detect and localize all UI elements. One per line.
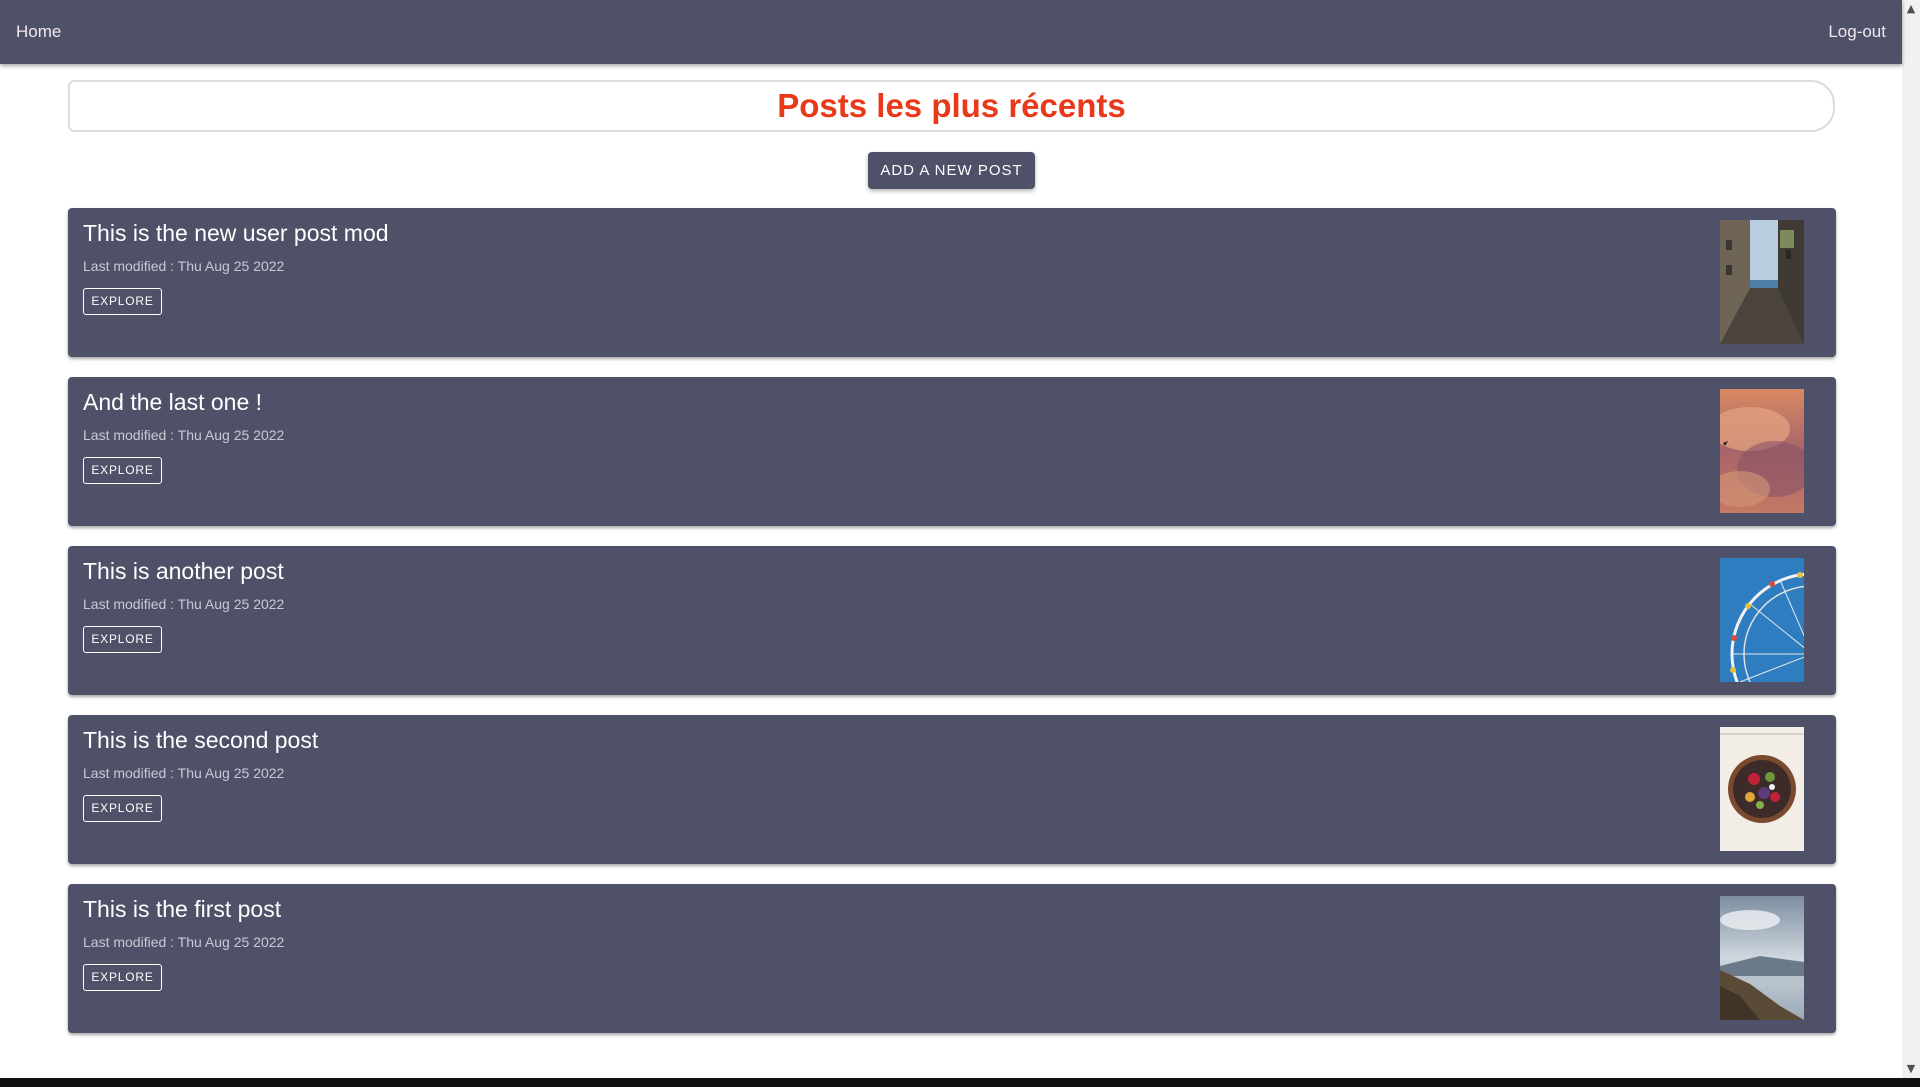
post-title: And the last one ! — [83, 389, 263, 415]
post-thumbnail-alley-photo[interactable] — [1720, 220, 1804, 344]
vertical-scrollbar[interactable]: ▲ ▼ — [1902, 0, 1920, 1078]
post-title: This is the new user post mod — [83, 220, 389, 246]
page-title-box: Posts les plus récents — [68, 80, 1835, 132]
explore-button[interactable]: EXPLORE — [83, 626, 162, 653]
add-new-post-button[interactable]: ADD A NEW POST — [868, 152, 1035, 189]
post-thumbnail-ferris-wheel-photo[interactable] — [1720, 558, 1804, 682]
scroll-down-arrow-icon[interactable]: ▼ — [1902, 1060, 1920, 1078]
post-modified-date: Last modified : Thu Aug 25 2022 — [83, 427, 285, 443]
post-title: This is the second post — [83, 727, 319, 753]
nav-logout-link[interactable]: Log-out — [1828, 0, 1886, 64]
post-modified-date: Last modified : Thu Aug 25 2022 — [83, 934, 285, 950]
post-modified-date: Last modified : Thu Aug 25 2022 — [83, 596, 285, 612]
post-card: This is another post Last modified : Thu… — [68, 546, 1836, 695]
explore-button[interactable]: EXPLORE — [83, 457, 162, 484]
explore-button[interactable]: EXPLORE — [83, 795, 162, 822]
post-card: This is the second post Last modified : … — [68, 715, 1836, 864]
post-title: This is the first post — [83, 896, 282, 922]
post-title: This is another post — [83, 558, 284, 584]
explore-button[interactable]: EXPLORE — [83, 288, 162, 315]
post-modified-date: Last modified : Thu Aug 25 2022 — [83, 765, 285, 781]
nav-home-link[interactable]: Home — [16, 0, 61, 64]
post-modified-date: Last modified : Thu Aug 25 2022 — [83, 258, 285, 274]
post-thumbnail-salad-bowl-photo[interactable] — [1720, 727, 1804, 851]
scroll-up-arrow-icon[interactable]: ▲ — [1902, 0, 1920, 18]
window-bottom-edge — [0, 1078, 1920, 1087]
post-thumbnail-mountain-lake-photo[interactable] — [1720, 896, 1804, 1020]
top-navbar: Home Log-out — [0, 0, 1902, 64]
page-title: Posts les plus récents — [777, 87, 1126, 124]
scrollbar-thumb[interactable] — [1905, 20, 1917, 1056]
post-card: And the last one ! Last modified : Thu A… — [68, 377, 1836, 526]
post-list: This is the new user post mod Last modif… — [68, 208, 1836, 1053]
post-thumbnail-sunset-clouds-photo[interactable] — [1720, 389, 1804, 513]
post-card: This is the new user post mod Last modif… — [68, 208, 1836, 357]
explore-button[interactable]: EXPLORE — [83, 964, 162, 991]
post-card: This is the first post Last modified : T… — [68, 884, 1836, 1033]
